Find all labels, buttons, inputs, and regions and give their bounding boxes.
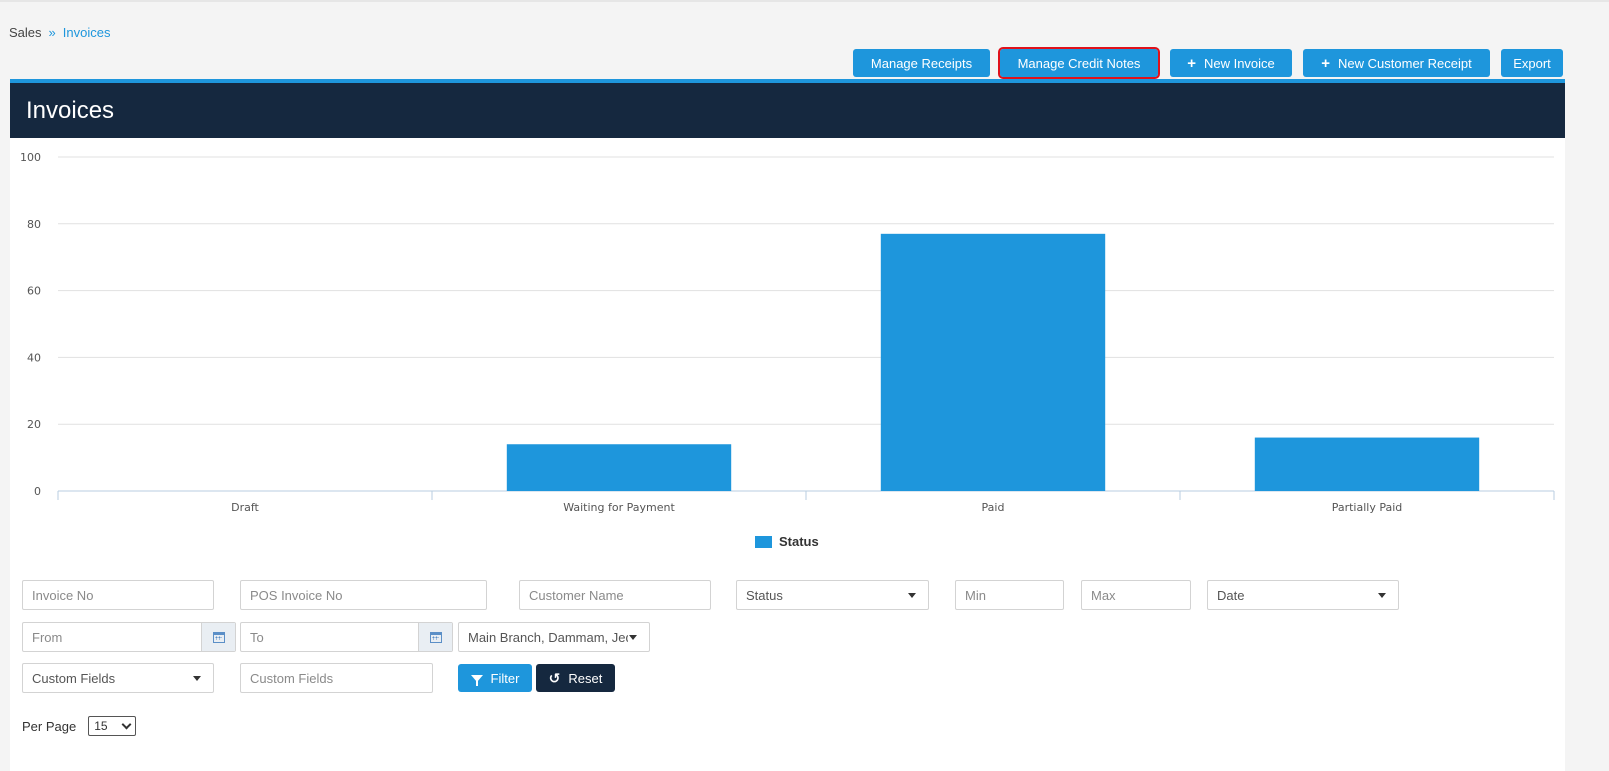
y-tick-label: 80 [27, 218, 41, 231]
x-tick-label: Waiting for Payment [563, 501, 675, 514]
manage-receipts-label: Manage Receipts [870, 55, 973, 71]
from-calendar-button[interactable] [201, 623, 235, 651]
to-date-input[interactable]: To [240, 622, 453, 652]
new-customer-receipt-label: New Customer Receipt [1338, 55, 1472, 71]
date-select[interactable]: Date [1207, 580, 1399, 610]
reset-icon: ↺ [548, 670, 561, 686]
status-select[interactable]: Status [736, 580, 929, 610]
branch-select[interactable]: Main Branch, Dammam, Jed [458, 622, 650, 652]
manage-receipts-button[interactable]: Manage Receipts [853, 49, 990, 77]
max-placeholder: Max [1091, 587, 1116, 603]
customer-name-input[interactable]: Customer Name [519, 580, 711, 610]
y-tick-label: 60 [27, 285, 41, 298]
per-page-select[interactable]: 15 [88, 716, 137, 736]
action-toolbar: Manage Receipts Manage Credit Notes + Ne… [0, 47, 1609, 79]
status-select-value: Status [746, 587, 783, 603]
breadcrumb-sales[interactable]: Sales [9, 25, 42, 40]
min-input[interactable]: Min [955, 580, 1064, 610]
x-tick-label: Partially Paid [1332, 501, 1403, 514]
new-invoice-button[interactable]: + New Invoice [1170, 49, 1292, 77]
branch-select-value: Main Branch, Dammam, Jed [468, 629, 628, 645]
panel-header: Invoices [10, 83, 1565, 138]
top-border [0, 0, 1609, 2]
calendar-icon [212, 631, 225, 643]
breadcrumb: Sales » Invoices [9, 25, 110, 40]
filter-button[interactable]: Filter [458, 664, 532, 692]
breadcrumb-invoices[interactable]: Invoices [63, 25, 111, 40]
plus-icon: + [1321, 54, 1331, 72]
calendar-icon [429, 631, 442, 643]
custom-fields-select[interactable]: Custom Fields [22, 663, 214, 693]
x-tick-label: Paid [982, 501, 1005, 514]
caret-down-icon [1378, 592, 1386, 598]
to-calendar-button[interactable] [418, 623, 452, 651]
new-customer-receipt-button[interactable]: + New Customer Receipt [1303, 49, 1490, 77]
export-button[interactable]: Export [1501, 49, 1563, 77]
status-bar-chart: 0 20 40 60 80 100 Draft Waiting for Payment Paid… [20, 151, 1555, 514]
reset-button[interactable]: ↺ Reset [536, 664, 615, 692]
new-invoice-label: New Invoice [1203, 55, 1275, 71]
y-tick-label: 20 [27, 418, 41, 431]
y-tick-label: 100 [20, 151, 41, 164]
custom-fields-placeholder: Custom Fields [250, 670, 334, 686]
per-page-value: 15 [94, 719, 108, 733]
invoice-no-placeholder: Invoice No [32, 587, 94, 603]
customer-name-placeholder: Customer Name [529, 587, 624, 603]
to-placeholder: To [250, 629, 264, 645]
filter-icon [470, 674, 483, 686]
filter-label: Filter [490, 670, 520, 686]
invoice-no-input[interactable]: Invoice No [22, 580, 214, 610]
plus-icon: + [1187, 54, 1196, 72]
bar [506, 444, 732, 491]
bar [880, 233, 1106, 491]
per-page-label: Per Page [22, 718, 77, 734]
breadcrumb-separator-icon: » [48, 25, 56, 40]
x-tick-label: Draft [231, 501, 259, 514]
bar [1254, 437, 1480, 491]
per-page-control: Per Page 15 [22, 716, 137, 736]
pos-invoice-no-placeholder: POS Invoice No [250, 587, 343, 603]
export-label: Export [1513, 55, 1551, 71]
caret-down-icon [193, 675, 201, 681]
reset-label: Reset [568, 670, 603, 686]
custom-fields-select-value: Custom Fields [32, 670, 116, 686]
from-placeholder: From [32, 629, 63, 645]
custom-fields-input[interactable]: Custom Fields [240, 663, 433, 693]
caret-down-icon [908, 592, 916, 598]
legend-swatch [755, 535, 772, 548]
legend-label: Status [779, 534, 819, 549]
min-placeholder: Min [965, 587, 986, 603]
from-date-input[interactable]: From [22, 622, 236, 652]
chart-legend[interactable]: Status [755, 534, 819, 549]
y-tick-label: 0 [34, 485, 41, 498]
caret-down-icon [629, 634, 637, 640]
manage-credit-notes-button[interactable]: Manage Credit Notes [998, 47, 1160, 79]
max-input[interactable]: Max [1081, 580, 1191, 610]
chevron-down-icon [121, 719, 132, 729]
manage-credit-notes-label: Manage Credit Notes [1017, 55, 1141, 71]
y-tick-label: 40 [27, 351, 41, 364]
pos-invoice-no-input[interactable]: POS Invoice No [240, 580, 487, 610]
page-title: Invoices [26, 96, 115, 124]
date-select-value: Date [1217, 587, 1245, 603]
